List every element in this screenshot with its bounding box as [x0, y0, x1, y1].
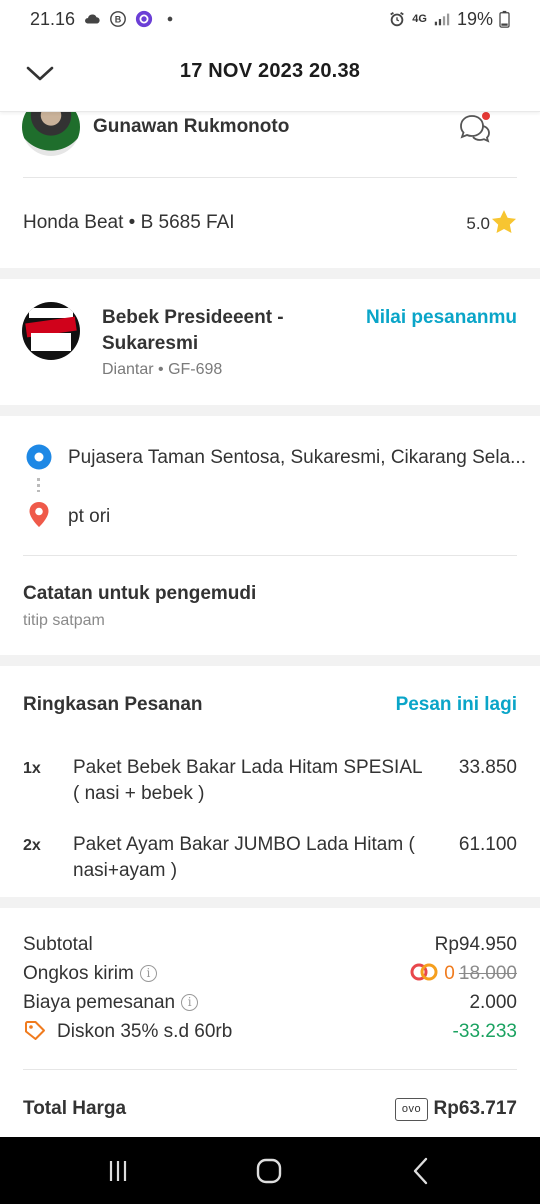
info-icon[interactable]: i — [181, 994, 199, 1011]
svg-text:B: B — [115, 15, 122, 25]
divider — [23, 177, 517, 178]
total-label: Total Harga — [23, 1098, 127, 1119]
subtotal-label: Subtotal — [23, 934, 93, 955]
rate-order-link[interactable]: Nilai pesananmu — [366, 307, 517, 329]
delivery-fee-discounted: 0 — [444, 963, 455, 984]
section-separator — [0, 655, 540, 666]
divider — [23, 555, 517, 556]
item-price: 33.850 — [458, 757, 517, 778]
app-notification-icon — [135, 10, 153, 28]
restaurant-logo — [22, 302, 80, 360]
signal-icon — [434, 13, 450, 26]
restaurant-subtitle: Diantar • GF-698 — [102, 361, 223, 378]
battery-percent: 19% — [456, 8, 493, 29]
back-icon[interactable] — [405, 1155, 437, 1187]
status-bar: 21.16 B 4G 19% — [0, 0, 540, 38]
payment-method-badge: ovo — [395, 1098, 428, 1121]
discount-label: Diskon 35% s.d 60rb — [57, 1021, 233, 1042]
item-name: Paket Bebek Bakar Lada Hitam SPESIAL ( n… — [73, 757, 422, 804]
order-fee-value: 2.000 — [469, 992, 517, 1013]
pickup-address: Pujasera Taman Sentosa, Sukaresmi, Cikar… — [68, 447, 526, 468]
alarm-icon — [390, 11, 405, 27]
section-separator — [0, 268, 540, 279]
recent-apps-icon[interactable] — [102, 1155, 134, 1187]
divider — [23, 1069, 517, 1070]
restaurant-name: Bebek Presideeent - Sukaresmi — [102, 307, 284, 354]
order-fee-row: Biaya pemesanan i — [23, 992, 199, 1014]
subtotal-value: Rp94.950 — [434, 934, 517, 955]
battery-icon — [499, 10, 510, 28]
system-nav-bar — [0, 1137, 540, 1204]
driver-name: Gunawan Rukmonoto — [93, 116, 290, 137]
chat-icon[interactable] — [457, 112, 493, 144]
discount-tag-icon — [25, 1021, 45, 1040]
cloud-icon — [85, 14, 100, 24]
delivery-fee-value: 0 18.000 — [410, 963, 517, 985]
network-type: 4G — [412, 13, 427, 25]
item-name: Paket Ayam Bakar JUMBO Lada Hitam ( nasi… — [73, 834, 415, 881]
status-time: 21.16 — [30, 8, 76, 29]
delivery-fee-row: Ongkos kirim i — [23, 963, 157, 985]
home-icon[interactable] — [253, 1155, 285, 1187]
item-quantity: 1x — [23, 760, 41, 777]
status-left: 21.16 B — [30, 9, 179, 30]
page-title: 17 NOV 2023 20.38 — [179, 60, 361, 82]
driver-note-text: titip satpam — [23, 612, 105, 629]
route-connector — [37, 478, 40, 492]
dropoff-pin-icon — [29, 502, 49, 527]
driver-section: Gunawan Rukmonoto — [0, 98, 540, 176]
status-right: 4G 19% — [388, 9, 510, 30]
reorder-link[interactable]: Pesan ini lagi — [396, 694, 517, 716]
dropoff-address: pt ori — [68, 506, 111, 527]
section-separator — [0, 405, 540, 416]
item-price: 61.100 — [458, 834, 517, 855]
more-notifications-dot-icon — [167, 16, 173, 22]
delivery-fee-label: Ongkos kirim — [23, 963, 134, 984]
gopay-coins-icon — [410, 963, 438, 981]
total-value: Rp63.717 — [433, 1098, 517, 1119]
vehicle-info: Honda Beat • B 5685 FAI — [23, 212, 235, 233]
pickup-pin-icon — [26, 444, 52, 470]
driver-note-title: Catatan untuk pengemudi — [23, 583, 257, 604]
star-icon — [491, 210, 517, 233]
delivery-fee-original: 18.000 — [458, 963, 517, 984]
driver-rating: 5.0 — [466, 214, 490, 233]
b-badge-icon: B — [110, 11, 126, 27]
order-summary-title: Ringkasan Pesanan — [23, 694, 203, 715]
section-separator — [0, 897, 540, 908]
info-icon[interactable]: i — [139, 965, 157, 982]
app-header: 17 NOV 2023 20.38 — [0, 38, 540, 112]
order-fee-label: Biaya pemesanan — [23, 992, 176, 1013]
discount-value: -33.233 — [452, 1021, 517, 1042]
item-quantity: 2x — [23, 837, 41, 854]
